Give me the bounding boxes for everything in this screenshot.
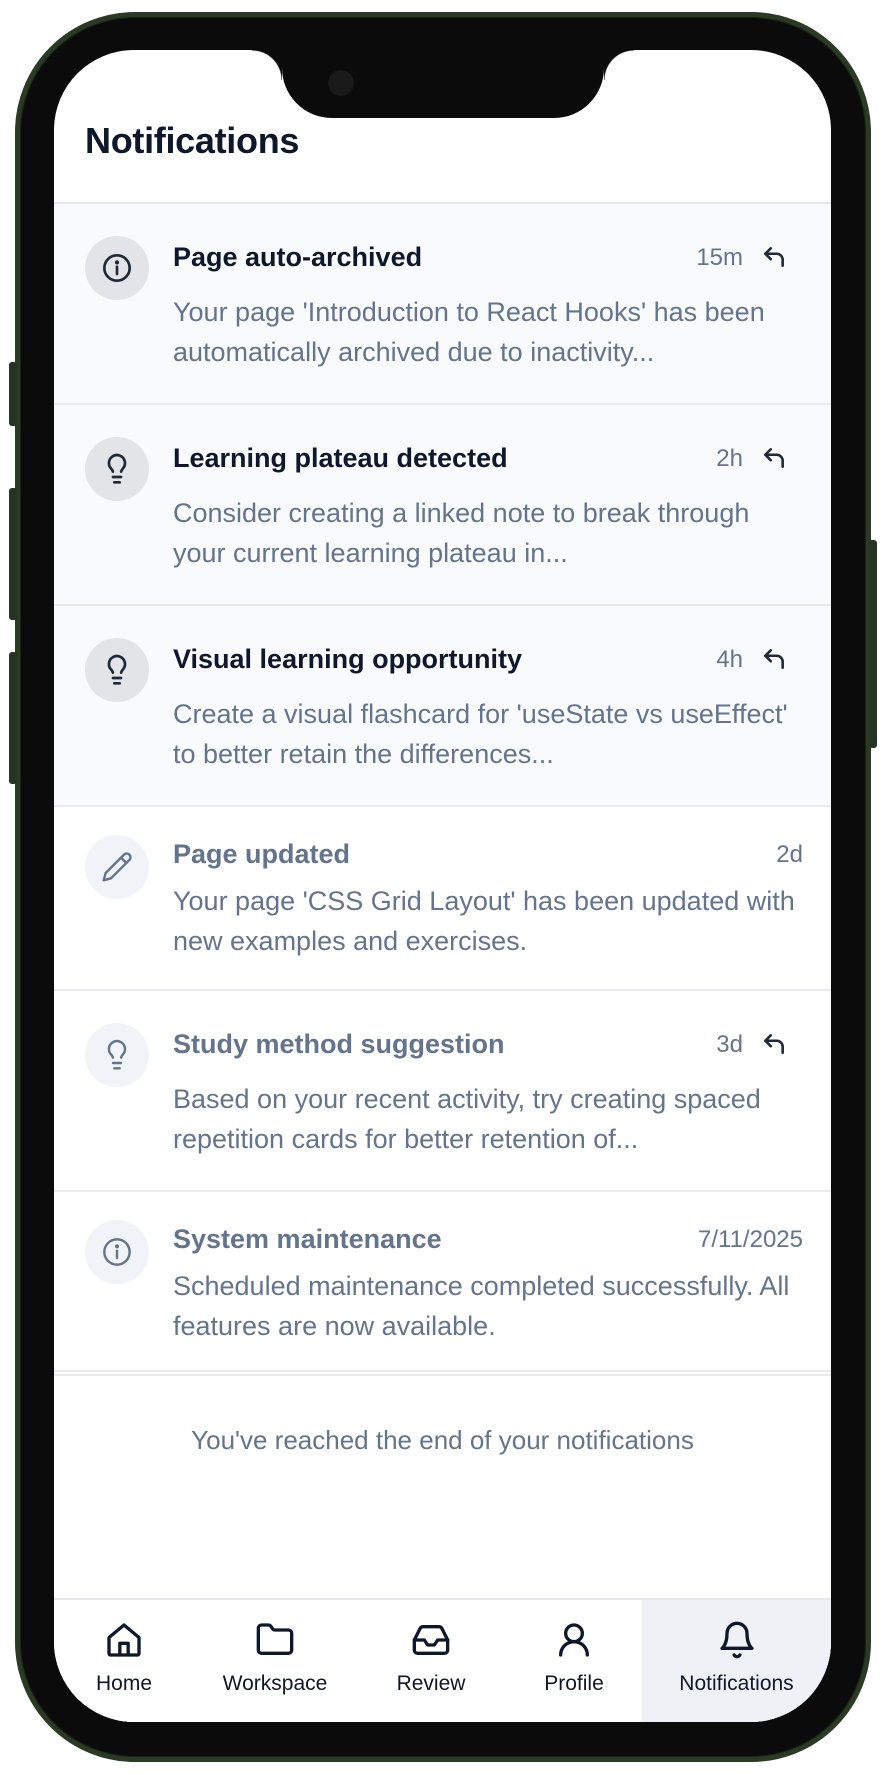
folder-icon xyxy=(256,1623,294,1655)
tab-label: Home xyxy=(95,1672,153,1695)
notification-time: 4h xyxy=(716,646,743,673)
notification-item[interactable]: Visual learning opportunity 4h Create a … xyxy=(54,606,831,807)
tab-profile[interactable]: Profile xyxy=(506,1600,642,1722)
tab-workspace[interactable]: Workspace xyxy=(194,1600,356,1722)
tab-review[interactable]: Review xyxy=(356,1600,506,1722)
notification-body: Your page 'Introduction to React Hooks' … xyxy=(173,297,765,367)
notification-body: Scheduled maintenance completed successf… xyxy=(173,1271,790,1341)
notification-body: Consider creating a linked note to break… xyxy=(173,498,750,568)
info-icon xyxy=(85,1220,149,1284)
notification-time: 2h xyxy=(716,445,743,472)
notification-title: Visual learning opportunity xyxy=(173,644,523,674)
lightbulb-icon xyxy=(85,1023,149,1087)
tab-notifications[interactable]: Notifications xyxy=(642,1600,831,1722)
page-title: Notifications xyxy=(85,120,300,161)
notification-body: Based on your recent activity, try creat… xyxy=(173,1084,761,1154)
camera xyxy=(328,70,354,96)
reply-icon[interactable] xyxy=(761,1031,787,1057)
reply-icon[interactable] xyxy=(761,445,787,471)
notification-time: 15m xyxy=(696,244,743,271)
notification-time: 7/11/2025 xyxy=(698,1226,803,1253)
inbox-icon xyxy=(412,1625,450,1655)
notification-list: Page auto-archived 15m Your page 'Introd… xyxy=(54,202,831,1376)
notification-title: Learning plateau detected xyxy=(173,443,508,473)
tab-label: Notifications xyxy=(679,1672,794,1695)
divider xyxy=(54,1370,831,1372)
power-button xyxy=(869,540,877,748)
side-button xyxy=(9,362,17,426)
end-of-list-message: You've reached the end of your notificat… xyxy=(191,1425,694,1455)
bottom-tab-bar: Home Workspace Review Profile Notificati… xyxy=(54,1598,831,1722)
lightbulb-icon xyxy=(85,638,149,702)
notification-body: Create a visual flashcard for 'useState … xyxy=(173,699,788,769)
volume-down-button xyxy=(9,652,17,784)
screen: Notifications Page auto-archived 15m You… xyxy=(54,50,831,1722)
notification-item[interactable]: Study method suggestion 3d Based on your… xyxy=(54,991,831,1192)
notch xyxy=(252,50,634,118)
home-icon xyxy=(107,1623,141,1657)
notification-item[interactable]: System maintenance 7/11/2025 Scheduled m… xyxy=(54,1192,831,1376)
notification-item[interactable]: Learning plateau detected 2h Consider cr… xyxy=(54,405,831,606)
notification-title: Page auto-archived xyxy=(173,242,423,272)
pencil-icon xyxy=(85,835,149,899)
notification-title: Study method suggestion xyxy=(173,1029,505,1059)
tab-home[interactable]: Home xyxy=(54,1600,194,1722)
user-icon xyxy=(559,1623,589,1657)
tab-label: Review xyxy=(396,1672,466,1695)
bell-icon xyxy=(719,1621,754,1659)
tab-label: Profile xyxy=(544,1672,604,1695)
info-icon xyxy=(85,236,149,300)
reply-icon[interactable] xyxy=(761,646,787,672)
volume-up-button xyxy=(9,488,17,620)
reply-icon[interactable] xyxy=(761,244,787,270)
lightbulb-icon xyxy=(85,437,149,501)
notification-time: 3d xyxy=(716,1031,743,1058)
notification-body: Your page 'CSS Grid Layout' has been upd… xyxy=(173,886,795,956)
notification-time: 2d xyxy=(776,841,803,868)
tab-label: Workspace xyxy=(222,1672,328,1695)
notification-item[interactable]: Page updated 2d Your page 'CSS Grid Layo… xyxy=(54,807,831,991)
notification-title: System maintenance xyxy=(173,1224,442,1254)
notification-title: Page updated xyxy=(173,839,351,869)
notification-item[interactable]: Page auto-archived 15m Your page 'Introd… xyxy=(54,204,831,405)
